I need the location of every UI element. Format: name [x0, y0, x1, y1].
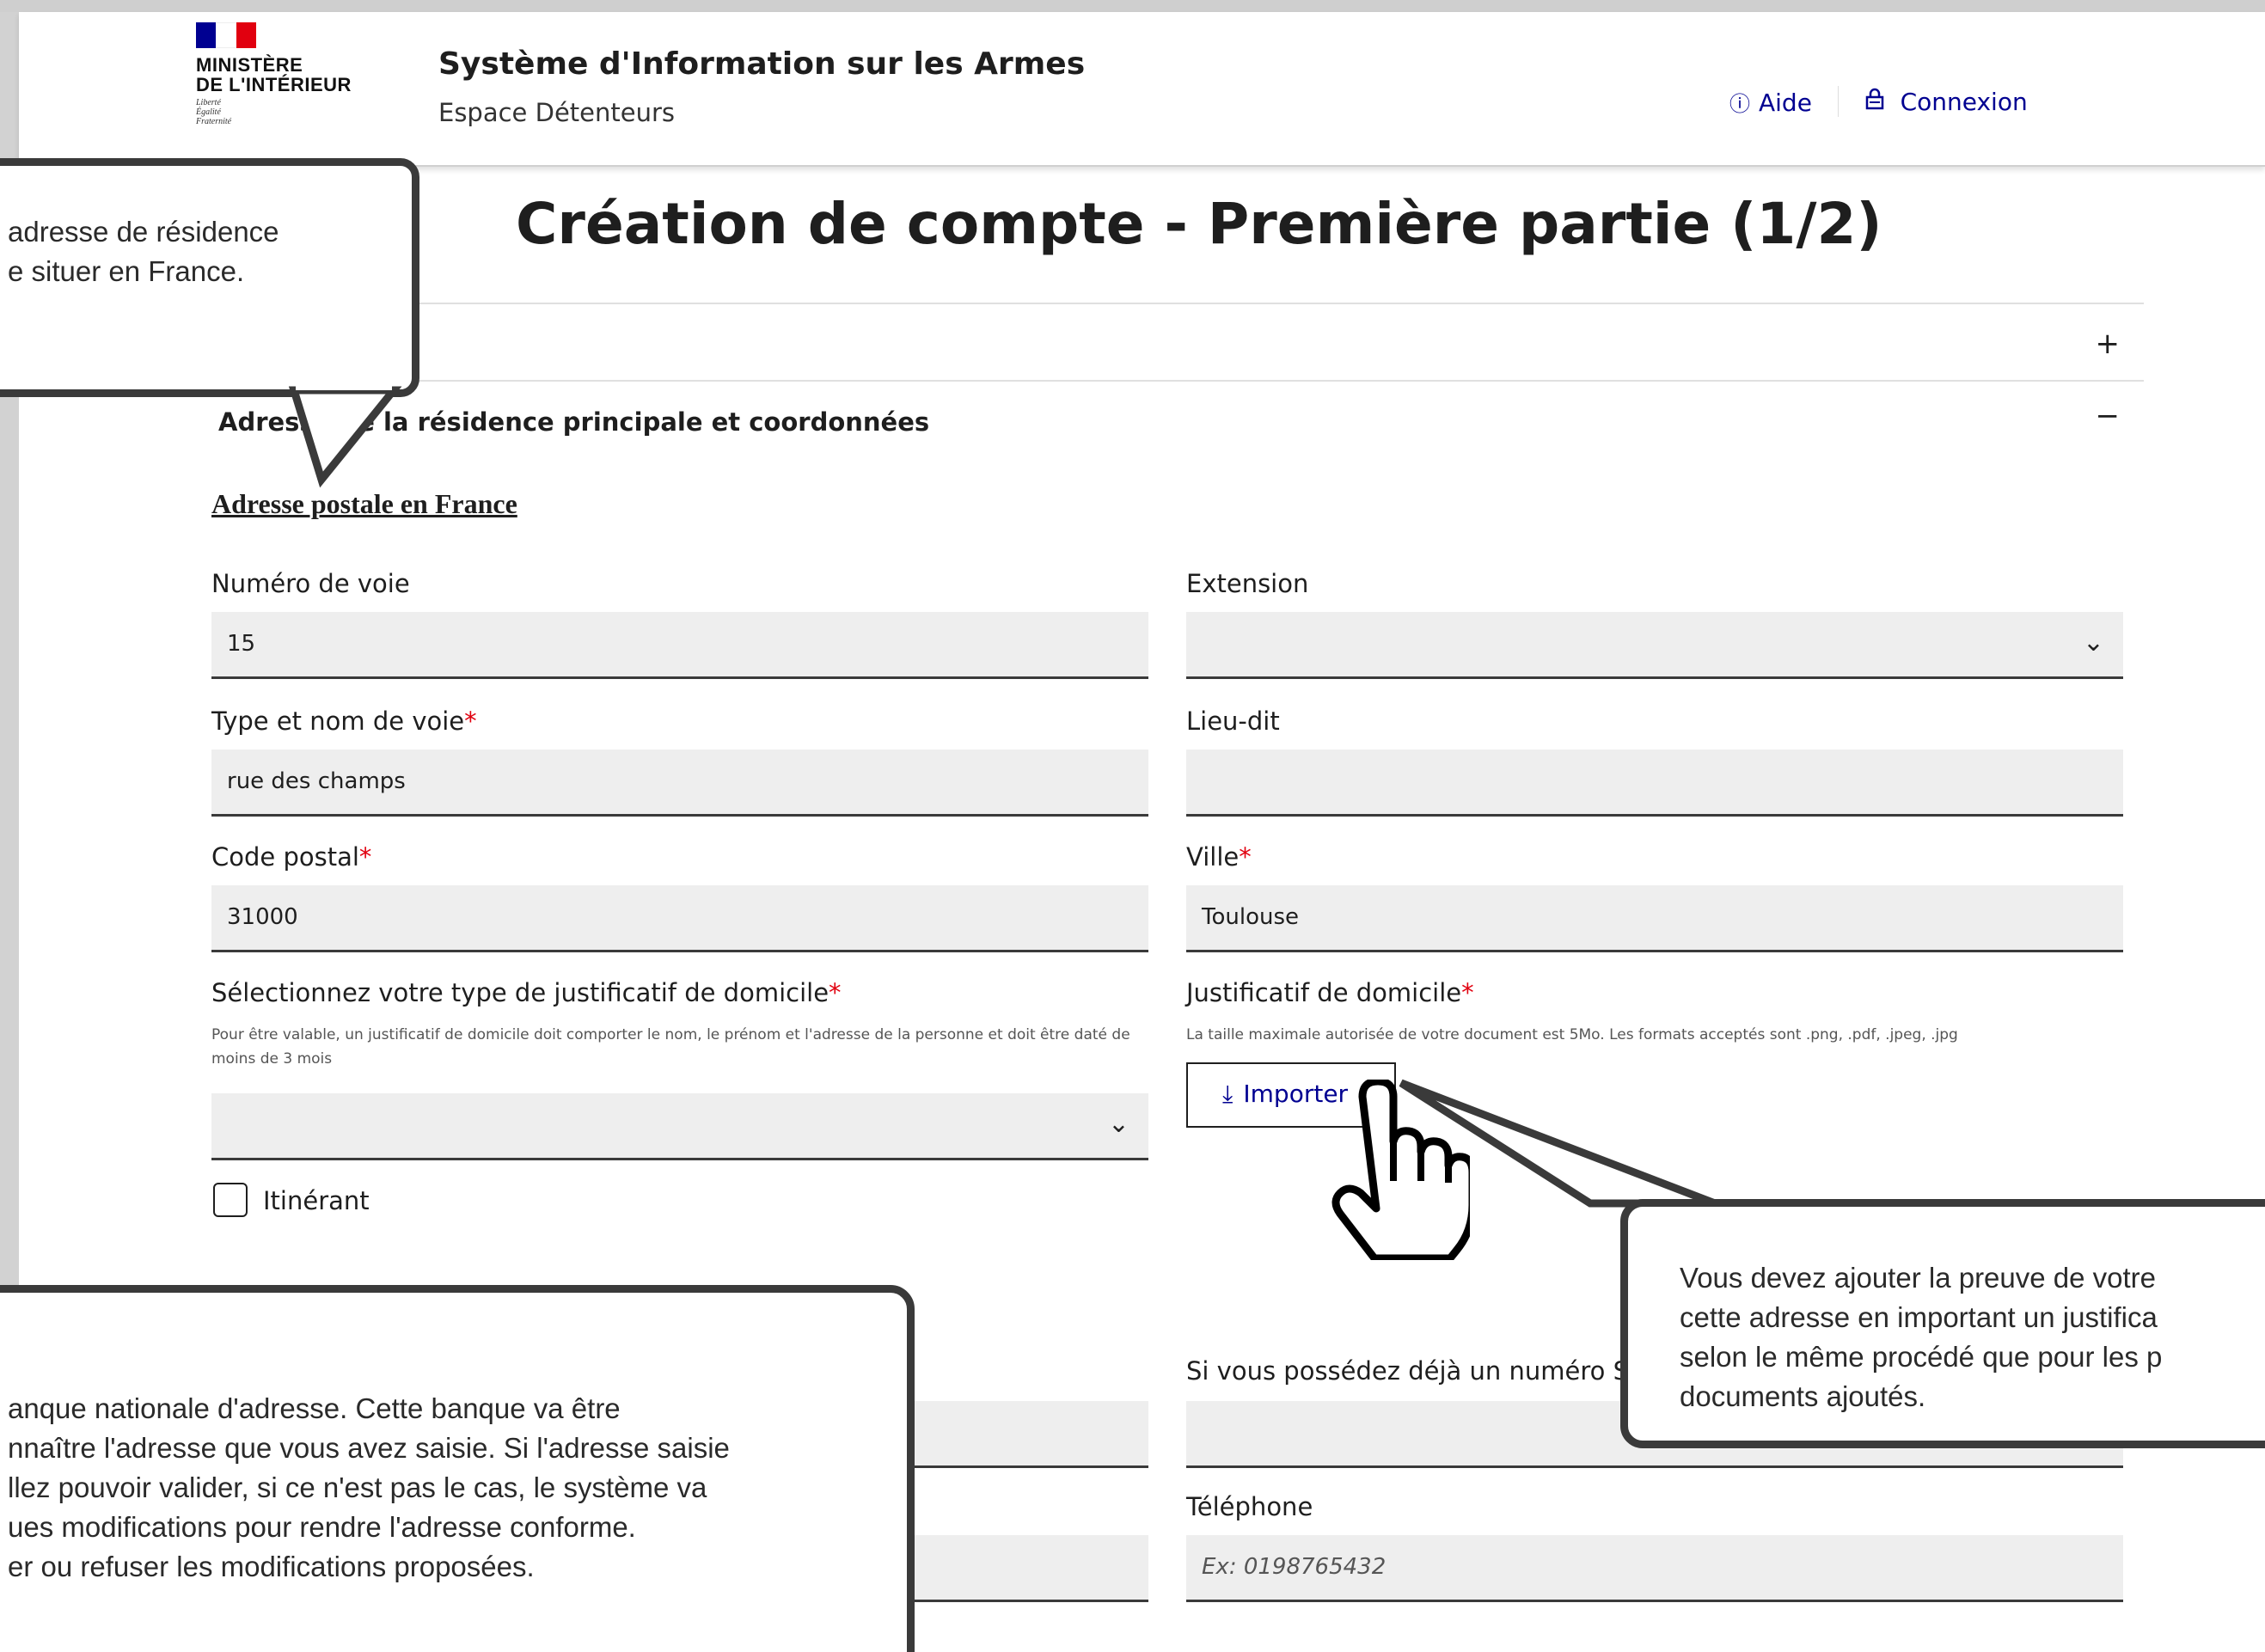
republic-motto: Liberté Égalité Fraternité — [196, 98, 232, 126]
accordion-collapsed[interactable]: + — [211, 303, 2144, 380]
numero-voie-label: Numéro de voie — [211, 569, 410, 598]
callout-justificatif: Vous devez ajouter la preuve de votre ce… — [1620, 1199, 2265, 1448]
numero-voie-input[interactable]: 15 — [211, 612, 1148, 679]
extension-label: Extension — [1186, 569, 1309, 598]
chevron-down-icon: ⌄ — [2082, 627, 2104, 658]
site-header: MINISTÈRE DE L'INTÉRIEUR Liberté Égalité… — [19, 12, 2265, 167]
marianne-flag-icon — [196, 22, 256, 48]
justificatif-type-label: Sélectionnez votre type de justificatif … — [211, 978, 842, 1007]
ministry-logo[interactable]: MINISTÈRE DE L'INTÉRIEUR Liberté Égalité… — [196, 22, 402, 168]
justificatif-label: Justificatif de domicile* — [1186, 978, 1474, 1007]
code-postal-label: Code postal* — [211, 842, 372, 872]
type-nom-voie-input[interactable]: rue des champs — [211, 750, 1148, 817]
telephone-label: Téléphone — [1186, 1492, 1313, 1521]
justificatif-type-hint: Pour être valable, un justificatif de do… — [211, 1026, 1130, 1068]
page-title: Création de compte - Première partie (1/… — [516, 191, 1882, 257]
sia-label: Si vous possédez déjà un numéro SIA, — [1186, 1356, 1662, 1386]
itinerant-checkbox[interactable] — [213, 1183, 248, 1217]
telephone-input[interactable]: Ex: 0198765432 — [1186, 1535, 2123, 1602]
ministry-name: MINISTÈRE DE L'INTÉRIEUR — [196, 54, 352, 95]
ville-label: Ville* — [1186, 842, 1252, 872]
chevron-down-icon: ⌄ — [1107, 1109, 1129, 1139]
callout-banque-adresse: anque nationale d'adresse. Cette banque … — [0, 1285, 915, 1652]
code-postal-input[interactable]: 31000 — [211, 885, 1148, 952]
lieu-dit-input[interactable] — [1186, 750, 2123, 817]
hand-pointer-icon — [1331, 1080, 1470, 1260]
minus-icon[interactable]: − — [2096, 399, 2121, 433]
site-subtitle: Espace Détenteurs — [438, 98, 676, 127]
lieu-dit-label: Lieu-dit — [1186, 707, 1280, 736]
callout-pointer — [288, 378, 402, 488]
callout-residence-france: adresse de résidence e situer en France. — [0, 158, 419, 397]
info-circle-icon: ⓘ — [1729, 91, 1750, 116]
help-link[interactable]: ⓘ Aide — [1729, 87, 1812, 117]
divider — [1837, 86, 1839, 117]
window-top-strip — [0, 0, 2265, 12]
login-link[interactable]: Connexion — [1864, 88, 2028, 116]
ville-input[interactable]: Toulouse — [1186, 885, 2123, 952]
lock-icon — [1864, 88, 1892, 115]
justificatif-type-select[interactable]: ⌄ — [211, 1093, 1148, 1160]
type-nom-voie-label: Type et nom de voie* — [211, 707, 477, 736]
plus-icon[interactable]: + — [2096, 327, 2121, 361]
page: MINISTÈRE DE L'INTÉRIEUR Liberté Égalité… — [0, 0, 2265, 1652]
site-title[interactable]: Système d'Information sur les Armes — [438, 46, 1085, 82]
itinerant-label[interactable]: Itinérant — [263, 1186, 370, 1215]
accordion-expanded[interactable]: − — [211, 380, 2144, 433]
extension-select[interactable]: ⌄ — [1186, 612, 2123, 679]
header-tools: ⓘ Aide Connexion — [1729, 86, 2028, 117]
download-icon: ⤓ — [1222, 1080, 1234, 1108]
justificatif-hint: La taille maximale autorisée de votre do… — [1186, 1026, 1958, 1043]
section-title: Adresse postale en France — [211, 488, 517, 519]
